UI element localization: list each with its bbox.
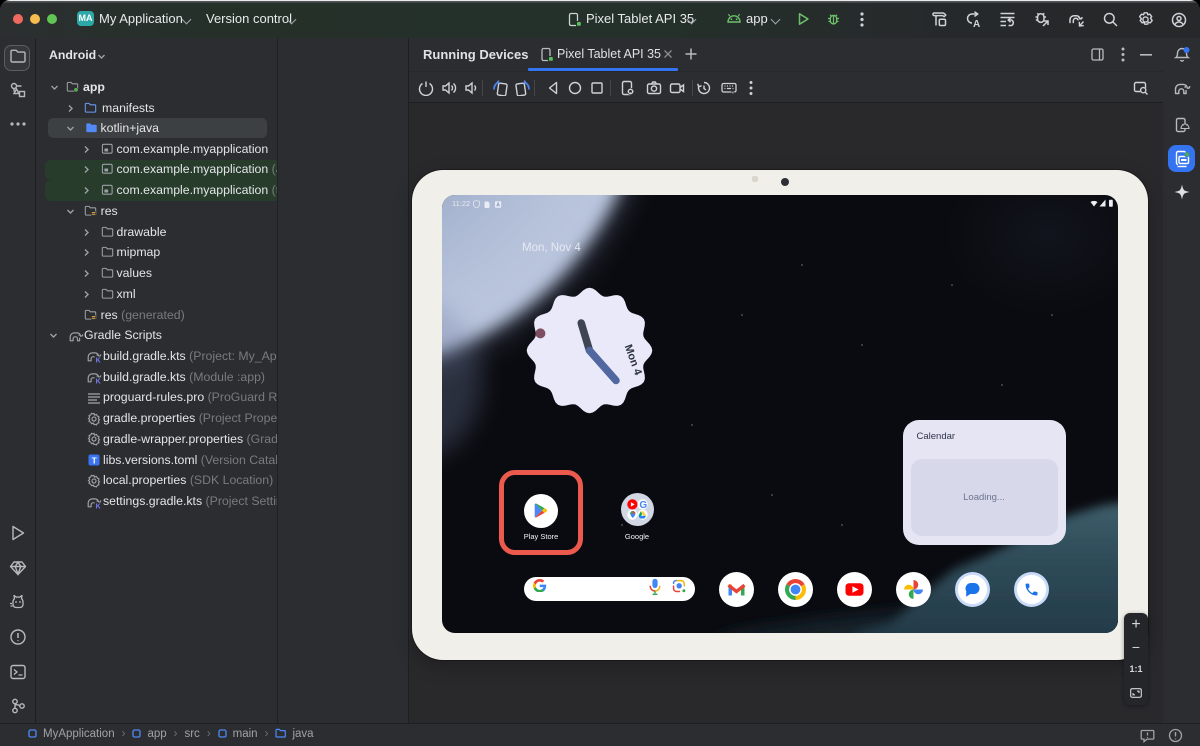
svg-text:K: K bbox=[95, 358, 100, 364]
svg-text:T: T bbox=[91, 455, 97, 465]
svg-text:K: K bbox=[95, 503, 100, 509]
svg-text:K: K bbox=[95, 378, 100, 384]
svg-text:G: G bbox=[639, 500, 647, 511]
svg-text:A: A bbox=[973, 19, 980, 28]
